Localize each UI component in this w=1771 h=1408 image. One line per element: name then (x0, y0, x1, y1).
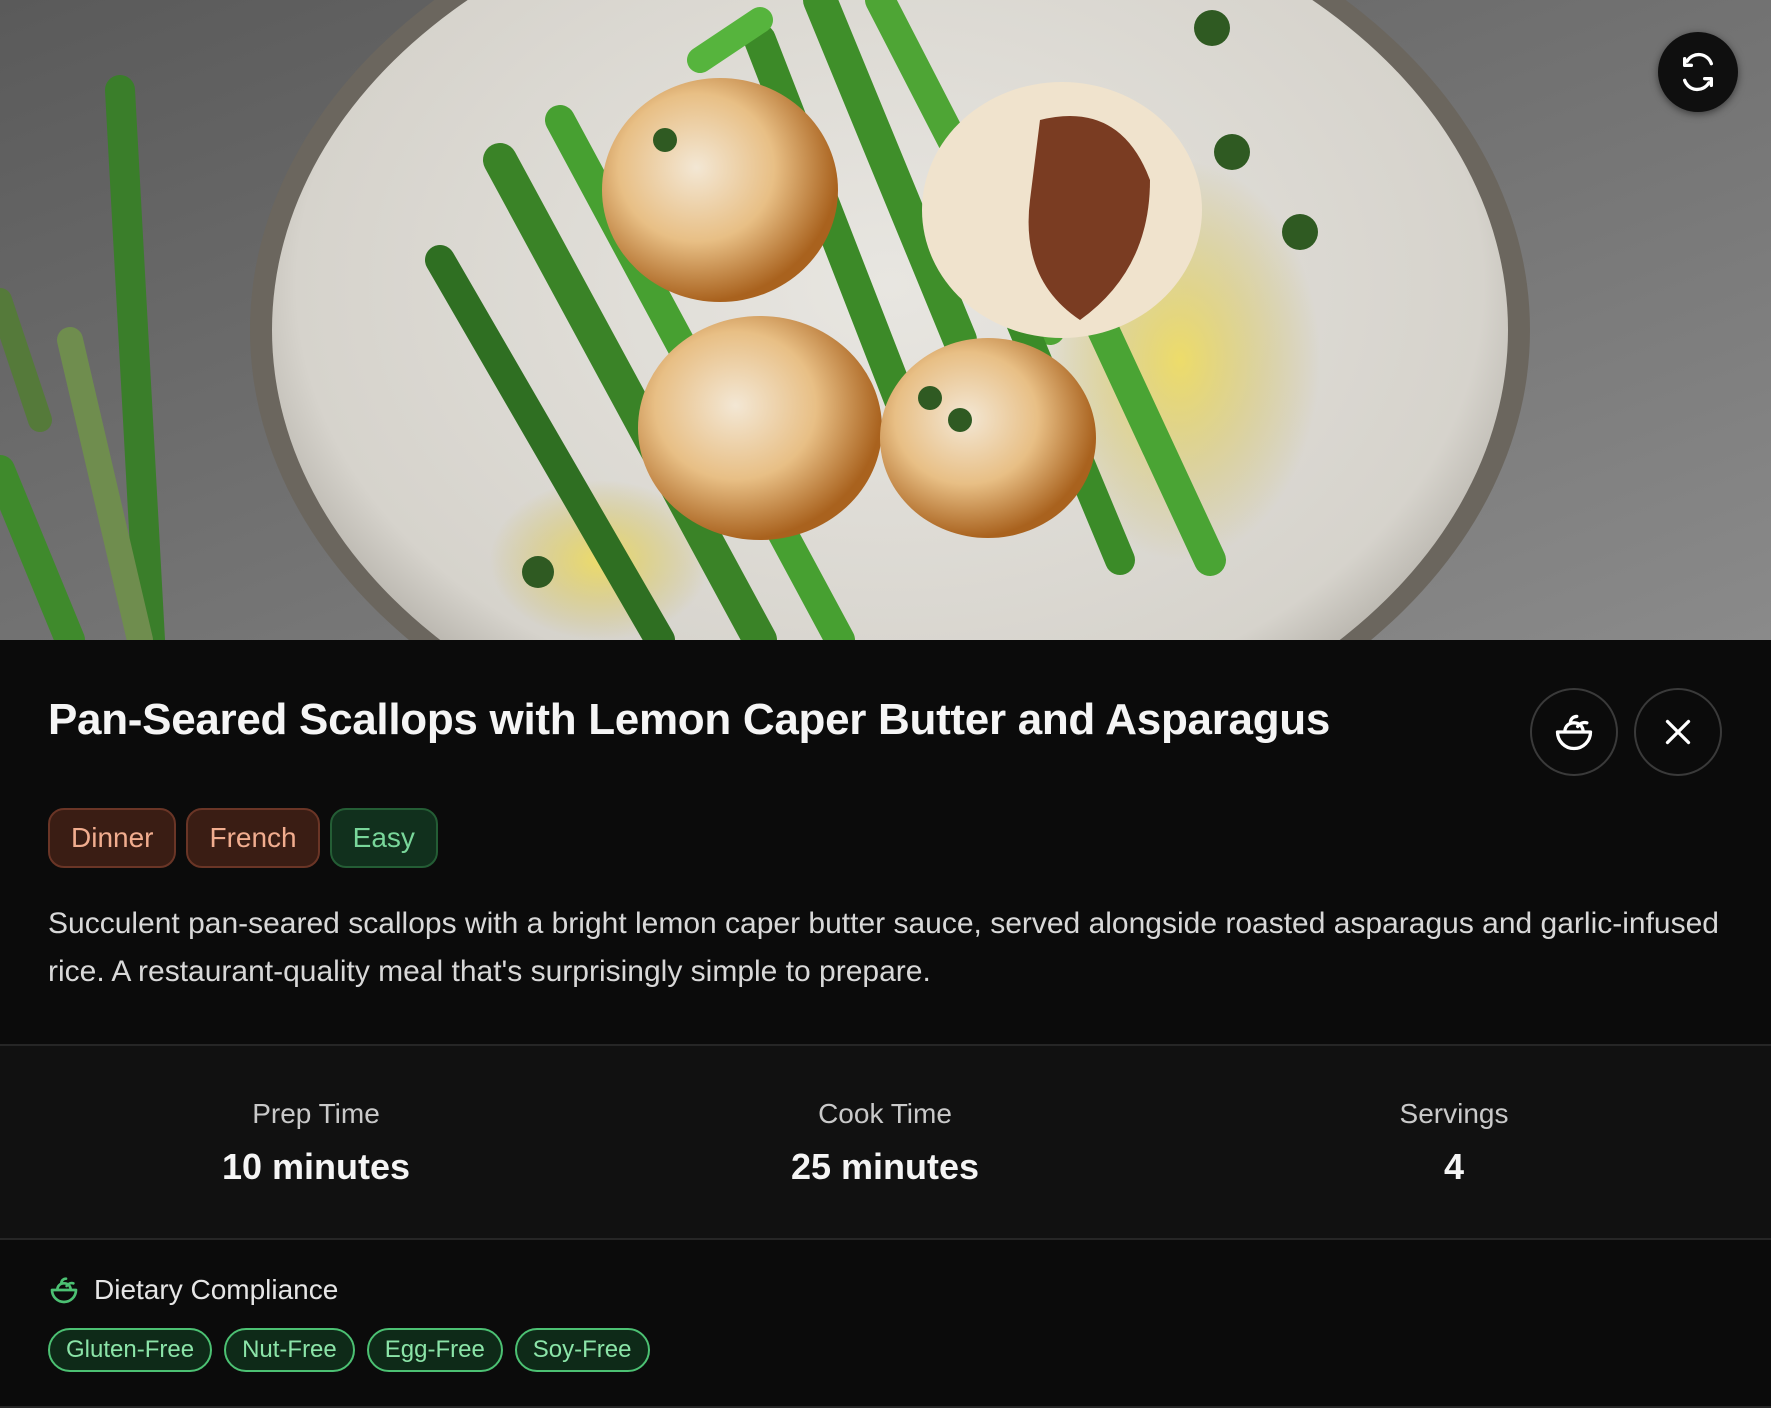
stat-label: Servings (1399, 1098, 1509, 1129)
stat-servings: Servings 4 (1214, 1098, 1694, 1188)
recipe-hero-image (0, 0, 1771, 640)
scallops-dish-illustration (0, 0, 1771, 640)
diet-tag-soy-free: Soy-Free (514, 1328, 650, 1372)
tag-dinner: Dinner (48, 808, 177, 868)
tag-easy: Easy (329, 808, 438, 868)
refresh-icon (1683, 52, 1713, 92)
dietary-tags: Gluten-Free Nut-Free Egg-Free Soy-Free (48, 1328, 650, 1372)
diet-tag-egg-free: Egg-Free (366, 1328, 503, 1372)
tag-french: French (186, 808, 320, 868)
salad-bowl-icon (1555, 714, 1593, 751)
stat-prep-time: Prep Time 10 minutes (76, 1098, 556, 1188)
stat-label: Prep Time (252, 1098, 380, 1129)
recipe-stats: Prep Time 10 minutes Cook Time 25 minute… (0, 1044, 1771, 1240)
diet-tag-gluten-free: Gluten-Free (48, 1328, 213, 1372)
stat-cook-time: Cook Time 25 minutes (645, 1098, 1125, 1188)
stat-label: Cook Time (818, 1098, 952, 1129)
close-button[interactable] (1634, 688, 1722, 776)
dietary-heading: Dietary Compliance (48, 1274, 338, 1306)
dietary-heading-label: Dietary Compliance (94, 1274, 339, 1305)
stat-value: 4 (1443, 1146, 1465, 1187)
recipe-header: Pan-Seared Scallops with Lemon Caper But… (0, 640, 1771, 1044)
stat-value: 10 minutes (221, 1146, 411, 1187)
dietary-compliance-section: Dietary Compliance Gluten-Free Nut-Free … (0, 1240, 1771, 1408)
regenerate-image-button[interactable] (1658, 32, 1738, 112)
recipe-tags: Dinner French Easy (48, 808, 438, 868)
close-icon (1665, 719, 1691, 745)
salad-bowl-icon (50, 1277, 78, 1304)
diet-tag-nut-free: Nut-Free (224, 1328, 355, 1372)
recipe-description: Succulent pan-seared scallops with a bri… (48, 907, 1719, 988)
stat-value: 25 minutes (790, 1146, 980, 1187)
dietary-info-button[interactable] (1530, 688, 1618, 776)
recipe-title: Pan-Seared Scallops with Lemon Caper But… (48, 695, 1331, 744)
